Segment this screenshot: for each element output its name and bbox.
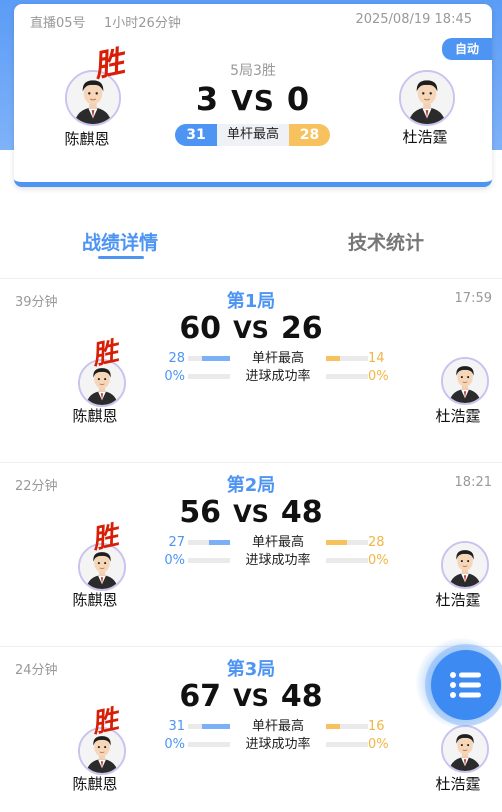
game-left-player-name: 陈麒恩 — [72, 407, 118, 425]
game-title: 第2局 — [226, 475, 276, 496]
stat-right-bar — [326, 356, 368, 361]
stat-right-value: 14 — [368, 351, 385, 366]
game-win-stamp: 胜 — [89, 336, 121, 372]
stat-right-bar — [326, 558, 368, 563]
high-break-label: 单杆最高 — [217, 124, 289, 146]
game-win-stamp: 胜 — [89, 704, 121, 740]
game-right-player-name: 杜浩霆 — [435, 591, 481, 609]
stat-left-bar — [188, 742, 230, 747]
room-label: 直播05号 — [30, 16, 86, 31]
game-right-score: 48 — [280, 679, 323, 714]
right-high-break: 28 — [289, 124, 330, 146]
high-break-bar: 31 单杆最高 28 — [175, 124, 330, 146]
game-right-avatar[interactable] — [441, 541, 489, 589]
list-menu-icon — [450, 672, 481, 698]
tab-active-indicator — [98, 256, 144, 259]
game-right-avatar[interactable] — [441, 357, 489, 405]
stat-row: 0% 进球成功率 0% — [160, 737, 388, 753]
game-right-score: 48 — [280, 495, 323, 530]
game-right-avatar[interactable] — [441, 725, 489, 773]
auto-mode-badge[interactable]: 自动 — [442, 38, 492, 60]
player-avatar-icon — [401, 72, 453, 124]
stat-row: 0% 进球成功率 0% — [160, 369, 388, 385]
stat-label: 进球成功率 — [245, 737, 311, 752]
stat-right-bar — [326, 724, 368, 729]
right-player-name: 杜浩霆 — [402, 128, 448, 146]
right-player-avatar[interactable] — [399, 70, 455, 126]
game-score: 60 VS 26 — [0, 311, 502, 346]
stat-left-value: 0% — [164, 737, 185, 752]
stat-left-bar — [188, 540, 230, 545]
menu-fab-button[interactable] — [431, 650, 501, 720]
stat-left-value: 0% — [164, 553, 185, 568]
stat-label: 进球成功率 — [245, 553, 311, 568]
game-left-score: 56 — [179, 495, 222, 530]
game-right-player-name: 杜浩霆 — [435, 407, 481, 425]
left-score: 3 — [195, 80, 220, 118]
game-card[interactable]: 22分钟 18:21 第2局 56 VS 48 胜陈麒恩 杜浩霆 27 单杆最高 28 0% 进球成功率… — [0, 463, 502, 647]
match-duration: 1小时26分钟 — [104, 16, 181, 31]
game-left-player-name: 陈麒恩 — [72, 775, 118, 793]
vs-label: VS — [231, 84, 275, 117]
game-win-stamp: 胜 — [89, 520, 121, 556]
match-datetime: 2025/08/19 18:45 — [355, 12, 472, 27]
stat-label: 进球成功率 — [245, 369, 311, 384]
stat-left-bar — [188, 374, 230, 379]
stat-right-fill — [326, 540, 348, 545]
game-title: 第1局 — [226, 291, 276, 312]
right-score: 0 — [286, 80, 311, 118]
stat-row: 0% 进球成功率 0% — [160, 553, 388, 569]
game-right-score: 26 — [280, 311, 323, 346]
stat-label: 单杆最高 — [251, 535, 304, 550]
stat-left-fill — [202, 724, 230, 729]
stat-right-fill — [326, 356, 340, 361]
stat-right-value: 16 — [368, 719, 385, 734]
stat-left-value: 31 — [168, 719, 185, 734]
stat-left-bar — [188, 724, 230, 729]
player-avatar-icon — [443, 359, 487, 403]
stat-right-bar — [326, 540, 368, 545]
stat-right-value: 28 — [368, 535, 385, 550]
player-avatar-icon — [443, 727, 487, 771]
stat-label: 单杆最高 — [251, 351, 304, 366]
stat-left-bar — [188, 558, 230, 563]
stat-right-fill — [326, 724, 341, 729]
stat-right-value: 0% — [368, 369, 389, 384]
game-left-score: 67 — [179, 679, 222, 714]
stat-row: 28 单杆最高 14 — [160, 351, 384, 367]
stat-left-fill — [201, 356, 230, 361]
game-score: 56 VS 48 — [0, 495, 502, 530]
match-summary-card: 直播05号 1小时26分钟 2025/08/19 18:45 自动 胜 陈麒恩 … — [14, 4, 492, 187]
game-right-player-name: 杜浩霆 — [435, 775, 481, 793]
vs-label: VS — [233, 316, 269, 344]
left-high-break: 31 — [175, 124, 217, 146]
left-player-name: 陈麒恩 — [64, 130, 110, 148]
stat-left-value: 0% — [164, 369, 185, 384]
stat-right-bar — [326, 742, 368, 747]
tab-technical-stats[interactable]: 技术统计 — [316, 228, 456, 255]
stat-left-value: 27 — [168, 535, 185, 550]
vs-label: VS — [233, 500, 269, 528]
game-left-score: 60 — [179, 311, 222, 346]
player-avatar-icon — [443, 543, 487, 587]
vs-label: VS — [233, 684, 269, 712]
stat-left-fill — [209, 540, 230, 545]
stat-row: 31 单杆最高 16 — [160, 719, 384, 735]
stat-left-bar — [188, 356, 230, 361]
game-left-player-name: 陈麒恩 — [72, 591, 118, 609]
game-card[interactable]: 39分钟 17:59 第1局 60 VS 26 胜陈麒恩 杜浩霆 28 单杆最高 14 0% 进球成功率… — [0, 279, 502, 463]
stat-label: 单杆最高 — [251, 719, 304, 734]
stat-right-value: 0% — [368, 553, 389, 568]
stat-row: 27 单杆最高 28 — [160, 535, 384, 551]
stat-right-value: 0% — [368, 737, 389, 752]
tab-bar: 战绩详情 技术统计 — [0, 222, 502, 262]
stat-right-bar — [326, 374, 368, 379]
tab-match-details[interactable]: 战绩详情 — [50, 228, 190, 255]
stat-left-value: 28 — [168, 351, 185, 366]
